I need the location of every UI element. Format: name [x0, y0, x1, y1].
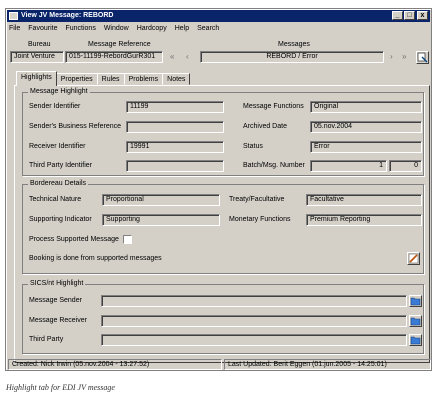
- sender-identifier-label: Sender Identifier: [29, 103, 81, 110]
- next-message-button[interactable]: ›: [390, 52, 393, 61]
- bureau-field[interactable]: Joint Venture: [10, 51, 64, 63]
- app-icon: [9, 12, 18, 20]
- batch-number-field[interactable]: 1: [310, 160, 387, 172]
- receiver-identifier-label: Receiver Identifier: [29, 143, 86, 150]
- figure-caption: Highlight tab for EDI JV message: [6, 383, 115, 392]
- tab-bar: Highlights Properties Rules Problems Not…: [16, 71, 191, 86]
- menu-help[interactable]: Help: [175, 24, 189, 34]
- folder-icon: [410, 297, 421, 306]
- title-bar[interactable]: View JV Message: REBORD _ □ x: [7, 10, 430, 22]
- monetary-functions-label: Monetary Functions: [229, 216, 291, 223]
- menu-search[interactable]: Search: [197, 24, 219, 34]
- batch-msg-number-label: Batch/Msg. Number: [243, 162, 305, 169]
- third-party-identifier-field[interactable]: [126, 160, 224, 172]
- treaty-facultative-field[interactable]: Facultative: [306, 194, 422, 206]
- tab-problems[interactable]: Problems: [123, 73, 164, 85]
- window-title: View JV Message: REBORD: [21, 12, 114, 19]
- message-receiver-browse-button[interactable]: [409, 315, 422, 327]
- sics-highlight-group: SICS/nt Highlight Message Sender Message…: [22, 280, 424, 354]
- message-highlight-title: Message Highlight: [28, 88, 90, 95]
- first-message-button[interactable]: «: [170, 52, 174, 61]
- menu-favourite[interactable]: Favourite: [28, 24, 57, 34]
- status-bar: Created: Nick Irwin (05.nov.2004 - 13:27…: [8, 359, 431, 370]
- treaty-facultative-label: Treaty/Facultative: [229, 196, 285, 203]
- supporting-indicator-label: Supporting Indicator: [29, 216, 92, 223]
- message-receiver-field[interactable]: [101, 315, 407, 327]
- message-sender-browse-button[interactable]: [409, 295, 422, 307]
- highlights-panel: Message Highlight Sender Identifier 1119…: [14, 85, 430, 363]
- process-supported-message-label: Process Supported Message: [29, 236, 119, 243]
- message-reference-label: Message Reference: [88, 41, 151, 48]
- messages-field[interactable]: REBORD / Error: [200, 51, 384, 63]
- message-sender-label: Message Sender: [29, 297, 82, 304]
- msg-number-field[interactable]: 0: [389, 160, 422, 172]
- senders-business-reference-field[interactable]: [126, 121, 224, 133]
- monetary-functions-field[interactable]: Premium Reporting: [306, 214, 422, 226]
- tab-highlights[interactable]: Highlights: [16, 71, 57, 86]
- tab-properties[interactable]: Properties: [55, 73, 98, 85]
- archived-date-label: Archived Date: [243, 123, 287, 130]
- menu-hardcopy[interactable]: Hardcopy: [137, 24, 167, 34]
- search-message-button[interactable]: [416, 51, 429, 64]
- third-party-field[interactable]: [101, 334, 407, 346]
- menu-file[interactable]: File: [9, 24, 20, 34]
- folder-icon: [410, 317, 421, 326]
- last-message-button[interactable]: »: [402, 52, 406, 61]
- status-label: Status: [243, 143, 263, 150]
- third-party-label: Third Party: [29, 336, 64, 343]
- archived-date-field[interactable]: 05.nov.2004: [310, 121, 422, 133]
- document-search-icon: [417, 52, 428, 63]
- edit-booking-button[interactable]: [407, 252, 420, 265]
- maximize-button[interactable]: □: [404, 11, 415, 20]
- receiver-identifier-field[interactable]: 19991: [126, 141, 224, 153]
- menu-window[interactable]: Window: [104, 24, 129, 34]
- menu-bar: File Favourite Functions Window Hardcopy…: [9, 24, 219, 34]
- message-reference-field[interactable]: 015-11199-RebordGurR301: [65, 51, 163, 63]
- menu-functions[interactable]: Functions: [65, 24, 95, 34]
- sics-highlight-title: SICS/nt Highlight: [28, 280, 86, 287]
- third-party-identifier-label: Third Party Identifier: [29, 162, 93, 169]
- senders-business-reference-label: Sender's Business Reference: [29, 123, 121, 130]
- technical-nature-field[interactable]: Proportional: [102, 194, 220, 206]
- message-functions-label: Message Functions: [243, 103, 304, 110]
- message-highlight-group: Message Highlight Sender Identifier 1119…: [22, 88, 424, 176]
- jv-message-window: View JV Message: REBORD _ □ x File Favou…: [5, 8, 432, 371]
- bordereau-details-group: Bordereau Details Technical Nature Propo…: [22, 180, 424, 274]
- process-supported-message-checkbox[interactable]: [123, 235, 132, 244]
- tab-notes[interactable]: Notes: [162, 73, 191, 85]
- minimize-button[interactable]: _: [392, 11, 403, 20]
- booking-note: Booking is done from supported messages: [29, 255, 162, 262]
- supporting-indicator-field[interactable]: Supporting: [102, 214, 220, 226]
- sender-identifier-field[interactable]: 11199: [126, 101, 224, 113]
- bureau-label: Bureau: [28, 41, 51, 48]
- created-status: Created: Nick Irwin (05.nov.2004 - 13:27…: [8, 359, 222, 370]
- message-functions-field[interactable]: Original: [310, 101, 422, 113]
- message-sender-field[interactable]: [101, 295, 407, 307]
- message-receiver-label: Message Receiver: [29, 317, 87, 324]
- third-party-browse-button[interactable]: [409, 334, 422, 346]
- messages-label: Messages: [278, 41, 310, 48]
- updated-status: Last Updated: Berit Eggen (01.jun.2005 -…: [224, 359, 431, 370]
- previous-message-button[interactable]: ‹: [186, 52, 189, 61]
- close-button[interactable]: x: [417, 11, 428, 20]
- folder-icon: [410, 336, 421, 345]
- bordereau-details-title: Bordereau Details: [28, 180, 89, 187]
- tab-rules[interactable]: Rules: [96, 73, 125, 85]
- status-field[interactable]: Error: [310, 141, 422, 153]
- pencil-icon: [408, 253, 419, 264]
- technical-nature-label: Technical Nature: [29, 196, 82, 203]
